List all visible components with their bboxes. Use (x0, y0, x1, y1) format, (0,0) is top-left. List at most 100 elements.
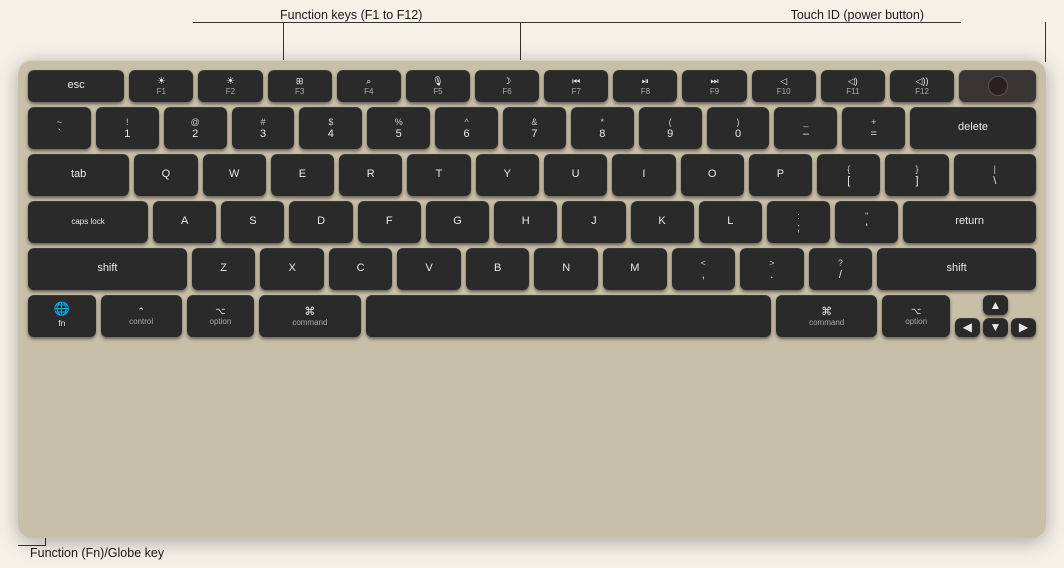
key-0[interactable]: )0 (707, 107, 770, 149)
key-f10[interactable]: ◁ F10 (752, 70, 816, 102)
key-option-right[interactable]: ⌥ option (882, 295, 950, 337)
key-f[interactable]: F (358, 201, 421, 243)
key-f3[interactable]: ⊞ F3 (268, 70, 332, 102)
key-rbracket[interactable]: }] (885, 154, 948, 196)
key-t[interactable]: T (407, 154, 470, 196)
key-7[interactable]: &7 (503, 107, 566, 149)
arrow-cluster: ▲ ◀ ▼ ▶ (955, 295, 1036, 337)
key-minus[interactable]: _– (774, 107, 837, 149)
key-g[interactable]: G (426, 201, 489, 243)
key-arrow-right[interactable]: ▶ (1011, 318, 1036, 338)
tid-line-right (1045, 22, 1046, 62)
fn-globe-label: Function (Fn)/Globe key (30, 546, 164, 560)
key-period[interactable]: >. (740, 248, 804, 290)
fn-keys-line-left (193, 22, 283, 23)
key-8[interactable]: *8 (571, 107, 634, 149)
touch-id-label: Touch ID (power button) (791, 8, 924, 22)
key-f2[interactable]: ☀ F2 (198, 70, 262, 102)
key-6[interactable]: ^6 (435, 107, 498, 149)
key-comma[interactable]: <, (672, 248, 736, 290)
key-semicolon[interactable]: :; (767, 201, 830, 243)
caps-row: caps lock A S D F G H J K L :; "' return (28, 201, 1036, 243)
key-slash[interactable]: ?/ (809, 248, 873, 290)
touchid-sensor (988, 76, 1008, 96)
key-4[interactable]: $4 (299, 107, 362, 149)
key-f6[interactable]: ☽ F6 (475, 70, 539, 102)
key-f12[interactable]: ◁)) F12 (890, 70, 954, 102)
key-q[interactable]: Q (134, 154, 197, 196)
key-shift-left[interactable]: shift (28, 248, 187, 290)
key-k[interactable]: K (631, 201, 694, 243)
function-keys-label: Function keys (F1 to F12) (280, 8, 422, 22)
key-f5[interactable]: 🎙 F5 (406, 70, 470, 102)
key-f4[interactable]: ⌕ F4 (337, 70, 401, 102)
fn-row: esc ☀ F1 ☀ F2 ⊞ F3 ⌕ F4 🎙 F5 ☽ F6 ⏮ F7 (28, 70, 1036, 102)
key-f8[interactable]: ⏯ F8 (613, 70, 677, 102)
key-i[interactable]: I (612, 154, 675, 196)
fn-keys-line-top (283, 22, 521, 23)
key-return[interactable]: return (903, 201, 1036, 243)
key-backslash[interactable]: |\ (954, 154, 1036, 196)
key-1[interactable]: !1 (96, 107, 159, 149)
key-2[interactable]: @2 (164, 107, 227, 149)
key-3[interactable]: #3 (232, 107, 295, 149)
key-y[interactable]: Y (476, 154, 539, 196)
key-l[interactable]: L (699, 201, 762, 243)
key-c[interactable]: C (329, 248, 393, 290)
key-control[interactable]: ⌃ control (101, 295, 182, 337)
key-option-left[interactable]: ⌥ option (187, 295, 255, 337)
number-row: ~` !1 @2 #3 $4 %5 ^6 &7 *8 (9 )0 (28, 107, 1036, 149)
arrow-bottom-row: ◀ ▼ ▶ (955, 318, 1036, 338)
key-n[interactable]: N (534, 248, 598, 290)
key-command-left[interactable]: ⌘ command (259, 295, 360, 337)
key-f9[interactable]: ⏭ F9 (682, 70, 746, 102)
key-e[interactable]: E (271, 154, 334, 196)
key-f7[interactable]: ⏮ F7 (544, 70, 608, 102)
keyboard: esc ☀ F1 ☀ F2 ⊞ F3 ⌕ F4 🎙 F5 ☽ F6 ⏮ F7 (18, 60, 1046, 538)
key-arrow-left[interactable]: ◀ (955, 318, 980, 338)
key-equals[interactable]: += (842, 107, 905, 149)
key-h[interactable]: H (494, 201, 557, 243)
key-9[interactable]: (9 (639, 107, 702, 149)
key-arrow-down[interactable]: ▼ (983, 318, 1008, 338)
key-quote[interactable]: "' (835, 201, 898, 243)
key-f11[interactable]: ◁) F11 (821, 70, 885, 102)
key-command-right[interactable]: ⌘ command (776, 295, 877, 337)
tid-line-left (521, 22, 961, 23)
arrow-spacer-right (1011, 295, 1036, 315)
key-fn-globe[interactable]: 🌐 fn (28, 295, 96, 337)
key-z[interactable]: Z (192, 248, 256, 290)
shift-row: shift Z X C V B N M <, >. ?/ shift (28, 248, 1036, 290)
key-delete[interactable]: delete (910, 107, 1036, 149)
key-r[interactable]: R (339, 154, 402, 196)
key-d[interactable]: D (289, 201, 352, 243)
key-backtick[interactable]: ~` (28, 107, 91, 149)
key-touchid[interactable] (959, 70, 1036, 102)
key-m[interactable]: M (603, 248, 667, 290)
key-tab[interactable]: tab (28, 154, 129, 196)
key-5[interactable]: %5 (367, 107, 430, 149)
key-w[interactable]: W (203, 154, 266, 196)
tab-row: tab Q W E R T Y U I O P {[ }] |\ (28, 154, 1036, 196)
key-lbracket[interactable]: {[ (817, 154, 880, 196)
key-b[interactable]: B (466, 248, 530, 290)
key-j[interactable]: J (562, 201, 625, 243)
key-esc[interactable]: esc (28, 70, 124, 102)
key-p[interactable]: P (749, 154, 812, 196)
key-a[interactable]: A (153, 201, 216, 243)
key-u[interactable]: U (544, 154, 607, 196)
key-arrow-up[interactable]: ▲ (983, 295, 1008, 315)
key-capslock[interactable]: caps lock (28, 201, 148, 243)
key-f1[interactable]: ☀ F1 (129, 70, 193, 102)
key-o[interactable]: O (681, 154, 744, 196)
key-x[interactable]: X (260, 248, 324, 290)
bottom-row: 🌐 fn ⌃ control ⌥ option ⌘ command ⌘ comm… (28, 295, 1036, 337)
arrow-top-row: ▲ (955, 295, 1036, 315)
arrow-spacer-left (955, 295, 980, 315)
key-space[interactable] (366, 295, 771, 337)
fn-keys-line-right (283, 22, 284, 62)
key-s[interactable]: S (221, 201, 284, 243)
key-shift-right[interactable]: shift (877, 248, 1036, 290)
key-v[interactable]: V (397, 248, 461, 290)
fn-keys-line-center (520, 22, 521, 62)
